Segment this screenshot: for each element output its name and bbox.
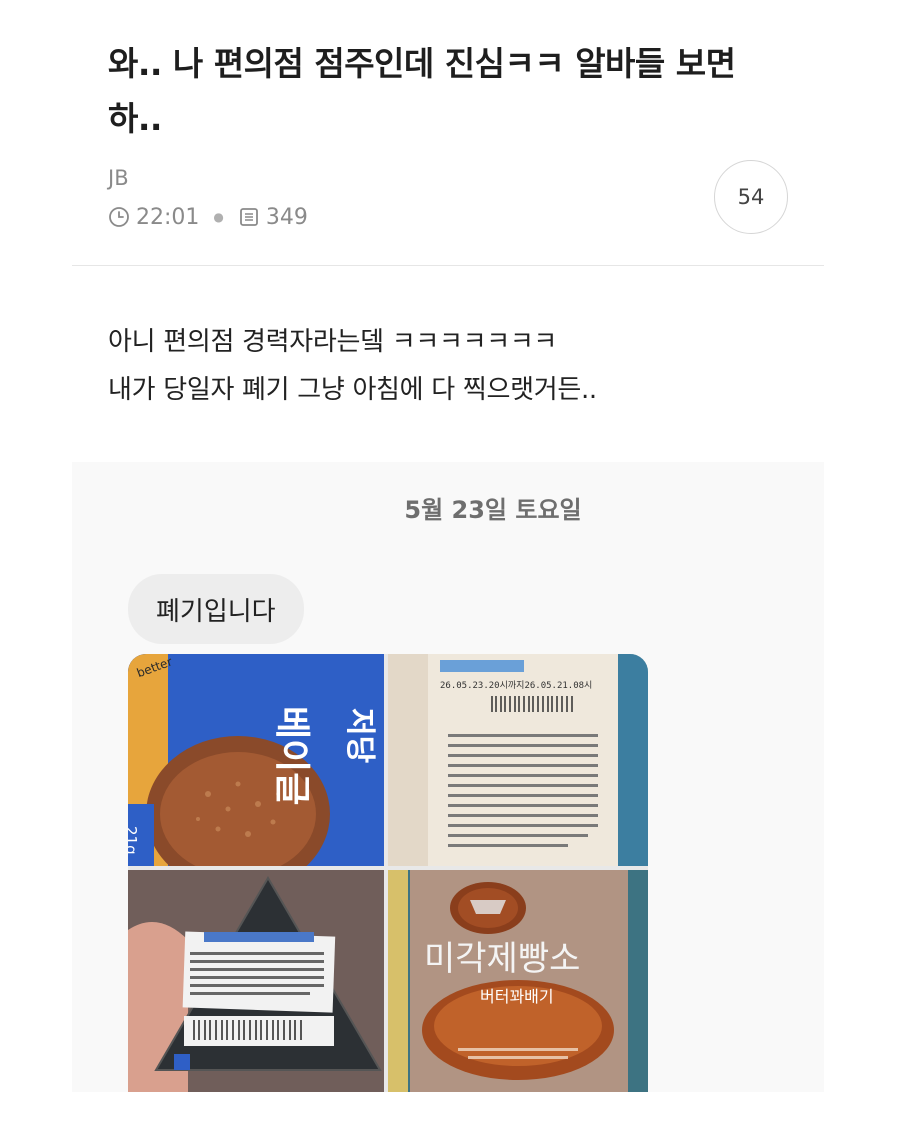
clock-icon [108,206,130,228]
post-meta: 22:01 ● 349 [108,202,308,232]
comment-count-button[interactable]: 54 [714,160,788,234]
chat-bubble: 폐기입니다 [128,574,304,644]
bun-photo[interactable]: 미각제빵소 버터꽈배기 [388,870,648,1092]
bagel-side-label: 저당 [342,708,377,764]
bagel-weight-label: 21g [128,826,140,855]
document-icon [238,206,260,228]
triangle-kimbap-photo[interactable] [128,870,384,1092]
chat-screenshot-image[interactable]: 5월 23일 토요일 폐기입니다 21g better 베이글 저당 26.05… [72,462,824,1092]
label-photo[interactable]: 26.05.23.20시까지26.05.21.08시 [388,654,648,866]
divider [72,265,824,266]
post-title: 와.. 나 편의점 점주인데 진심ㅋㅋ 알바들 보면 하.. [108,44,736,138]
meta-separator: ● [213,210,224,224]
body-line: 아니 편의점 경력자라는뎈 ㅋㅋㅋㅋㅋㅋㅋ [108,327,558,357]
bagel-main-label: 베이글 [271,706,312,805]
body-line: 내가 당일자 폐기 그냥 아침에 다 찍으랫거든.. [108,375,597,405]
view-count: 349 [265,204,308,230]
bun-title-label: 미각제빵소 [424,939,580,979]
author-name[interactable]: JB [108,166,129,190]
chat-date: 5월 23일 토요일 [404,496,582,524]
post-time: 22:01 [136,204,200,230]
post-body: 아니 편의점 경력자라는뎈 ㅋㅋㅋㅋㅋㅋㅋ 내가 당일자 폐기 그냥 아침에 다… [108,318,808,414]
bun-subtitle-label: 버터꽈배기 [480,987,554,1006]
expiry-date-line: 26.05.23.20시까지26.05.21.08시 [440,680,592,691]
bagel-photo[interactable]: 21g better 베이글 저당 [128,654,384,866]
photo-grid[interactable]: 21g better 베이글 저당 26.05.23.20시까지26.05.21… [128,654,648,1092]
